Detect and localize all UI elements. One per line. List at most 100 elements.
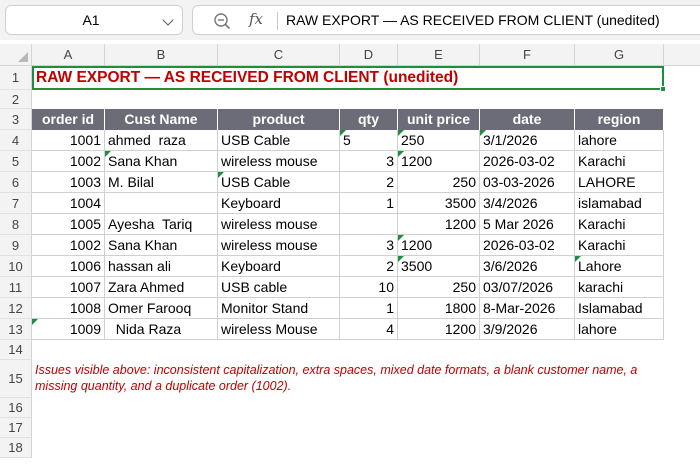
cell-unit-price[interactable]: 3500 [398,256,480,277]
cell-qty[interactable]: 1 [340,193,398,214]
cell-order-id[interactable]: 1004 [32,193,105,214]
error-indicator-icon[interactable] [398,235,404,241]
row-header-2[interactable]: 2 [0,90,32,109]
cell-product[interactable]: Keyboard [218,256,340,277]
cell-date[interactable]: 2026-03-02 [480,151,575,172]
column-header-c[interactable]: C [218,44,340,66]
cell-date[interactable]: 3/1/2026 [480,130,575,151]
cell-cust-name[interactable] [105,193,218,214]
column-header-d[interactable]: D [340,44,398,66]
table-header-product[interactable]: product [218,109,340,130]
column-header-b[interactable]: B [105,44,218,66]
table-header-qty[interactable]: qty [340,109,398,130]
cell-cust-name[interactable]: hassan ali [105,256,218,277]
table-header-date[interactable]: date [480,109,575,130]
column-header-a[interactable]: A [32,44,105,66]
error-indicator-icon[interactable] [105,151,111,157]
cell-cust-name[interactable]: ahmed raza [105,130,218,151]
cell-region[interactable]: Karachi [575,151,664,172]
error-indicator-icon[interactable] [480,130,486,136]
table-header-order-id[interactable]: order id [32,109,105,130]
cell-unit-price[interactable]: 1200 [398,235,480,256]
cell-unit-price[interactable]: 250 [398,130,480,151]
row-header-7[interactable]: 7 [0,193,32,214]
cell-date[interactable]: 3/9/2026 [480,319,575,340]
row-header-14[interactable]: 14 [0,340,32,360]
zoom-out-icon[interactable] [213,12,231,30]
error-indicator-icon[interactable] [575,256,581,262]
cell-order-id[interactable]: 1007 [32,277,105,298]
cell-cust-name[interactable]: Ayesha Tariq [105,214,218,235]
cell-date[interactable]: 5 Mar 2026 [480,214,575,235]
row-header-6[interactable]: 6 [0,172,32,193]
cell-date[interactable]: 3/6/2026 [480,256,575,277]
row-header-18[interactable]: 18 [0,438,32,458]
cell-qty[interactable]: 5 [340,130,398,151]
select-all-corner[interactable] [0,44,32,66]
cell-region[interactable]: Karachi [575,235,664,256]
cell-cust-name[interactable]: Sana Khan [105,151,218,172]
cell-qty[interactable]: 2 [340,256,398,277]
cell-unit-price[interactable]: 1200 [398,151,480,172]
fill-handle[interactable] [660,86,666,92]
cell-order-id[interactable]: 1008 [32,298,105,319]
cell-region[interactable]: LAHORE [575,172,664,193]
row-header-9[interactable]: 9 [0,235,32,256]
cell-cust-name[interactable]: Nida Raza [105,319,218,340]
cell-unit-price[interactable]: 1200 [398,214,480,235]
table-header-region[interactable]: region [575,109,664,130]
cell-region[interactable]: Karachi [575,214,664,235]
name-box[interactable]: A1 [5,5,183,35]
cell-order-id[interactable]: 1001 [32,130,105,151]
function-icon[interactable]: fx [249,10,263,28]
cell-unit-price[interactable]: 250 [398,277,480,298]
cell-date[interactable]: 2026-03-02 [480,235,575,256]
cell-qty[interactable] [340,214,398,235]
cell-product[interactable]: wireless mouse [218,214,340,235]
row-header-10[interactable]: 10 [0,256,32,277]
cell-product[interactable]: USB cable [218,277,340,298]
error-indicator-icon[interactable] [32,319,38,325]
cell-region[interactable]: Lahore [575,256,664,277]
cell-qty[interactable]: 3 [340,235,398,256]
cell-date[interactable]: 03/07/2026 [480,277,575,298]
cell-qty[interactable]: 2 [340,172,398,193]
cell-date[interactable]: 03-03-2026 [480,172,575,193]
cell-product[interactable]: wireless Mouse [218,319,340,340]
cell-qty[interactable]: 3 [340,151,398,172]
cell-product[interactable]: USB Cable [218,130,340,151]
error-indicator-icon[interactable] [218,172,224,178]
cell-order-id[interactable]: 1006 [32,256,105,277]
cell-product[interactable]: wireless mouse [218,151,340,172]
row-header-8[interactable]: 8 [0,214,32,235]
cell-region[interactable]: Islamabad [575,298,664,319]
cell-unit-price[interactable]: 1200 [398,319,480,340]
table-header-unit-price[interactable]: unit price [398,109,480,130]
column-header-e[interactable]: E [398,44,480,66]
cell-cust-name[interactable]: Omer Farooq [105,298,218,319]
cell-order-id[interactable]: 1002 [32,151,105,172]
row-header-12[interactable]: 12 [0,298,32,319]
cell-product[interactable]: USB Cable [218,172,340,193]
cell-cust-name[interactable]: Sana Khan [105,235,218,256]
title-cell[interactable]: RAW EXPORT — AS RECEIVED FROM CLIENT (un… [32,66,666,92]
cell-product[interactable]: wireless mouse [218,235,340,256]
cell-qty[interactable]: 1 [340,298,398,319]
formula-input[interactable]: fx RAW EXPORT — AS RECEIVED FROM CLIENT … [192,5,700,35]
cell-cust-name[interactable]: Zara Ahmed [105,277,218,298]
row-header-17[interactable]: 17 [0,418,32,438]
cell-order-id[interactable]: 1002 [32,235,105,256]
row-header-11[interactable]: 11 [0,277,32,298]
cell-date[interactable]: 8-Mar-2026 [480,298,575,319]
error-indicator-icon[interactable] [398,130,404,136]
formula-content[interactable]: RAW EXPORT — AS RECEIVED FROM CLIENT (un… [286,6,660,34]
column-header-f[interactable]: F [480,44,575,66]
error-indicator-icon[interactable] [398,256,404,262]
cell-region[interactable]: islamabad [575,193,664,214]
cell-region[interactable]: karachi [575,277,664,298]
error-indicator-icon[interactable] [340,130,346,136]
cell-region[interactable]: lahore [575,130,664,151]
error-indicator-icon[interactable] [398,151,404,157]
column-header-g[interactable]: G [575,44,664,66]
cell-qty[interactable]: 10 [340,277,398,298]
